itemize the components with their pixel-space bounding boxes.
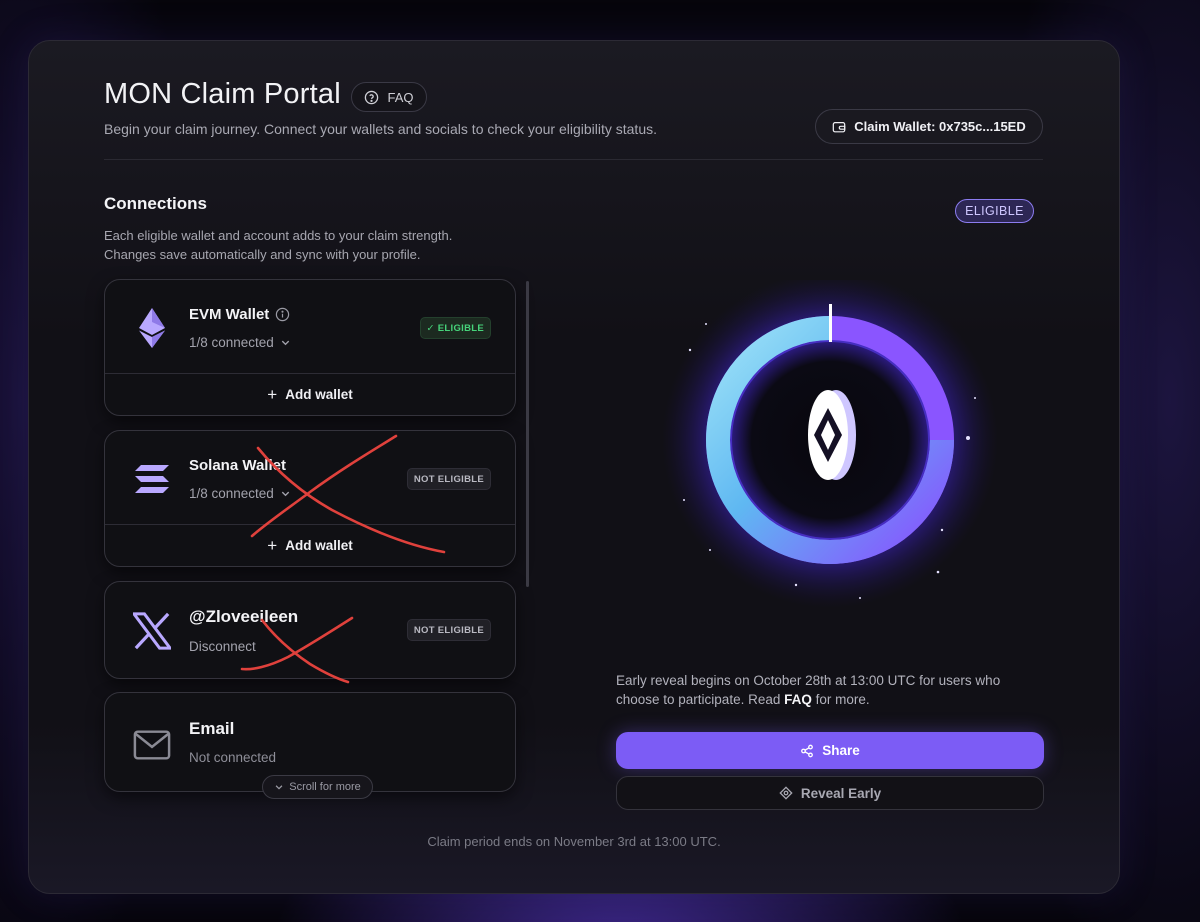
claim-wallet-label: Claim Wallet: 0x735c...15ED bbox=[854, 119, 1026, 134]
x-handle: @Zloveeileen bbox=[189, 607, 299, 626]
scroll-for-more-label: Scroll for more bbox=[289, 781, 361, 793]
x-disconnect-link[interactable]: Disconnect bbox=[189, 639, 256, 654]
reveal-early-label: Reveal Early bbox=[800, 785, 882, 801]
help-circle-icon bbox=[365, 90, 379, 104]
evm-eligible-badge: ✓ ELIGIBLE bbox=[419, 317, 491, 339]
connections-description-line1: Each eligible wallet and account adds to… bbox=[104, 228, 453, 243]
page-title: MON Claim Portal bbox=[104, 78, 341, 110]
evm-wallet-name-row: EVM Wallet bbox=[189, 306, 290, 323]
monad-coin-icon bbox=[808, 390, 856, 480]
email-title: Email bbox=[189, 719, 235, 738]
plus-icon: + bbox=[267, 384, 278, 404]
solana-add-wallet-button[interactable]: + Add wallet bbox=[105, 524, 515, 566]
early-reveal-text-after: for more. bbox=[811, 692, 870, 707]
chevron-down-icon bbox=[275, 785, 283, 790]
check-icon: ✓ bbox=[426, 322, 435, 334]
share-button[interactable]: Share bbox=[616, 732, 1044, 769]
connections-scrollbar[interactable] bbox=[526, 281, 529, 587]
solana-wallet-card: Solana Wallet 1/8 connected NOT ELIGIBLE… bbox=[104, 430, 516, 567]
solana-icon bbox=[133, 457, 171, 501]
evm-wallet-card: EVM Wallet 1/8 connected ✓ ELIGIBLE + Ad… bbox=[104, 279, 516, 416]
chevron-down-icon bbox=[281, 340, 290, 346]
evm-add-wallet-button[interactable]: + Add wallet bbox=[105, 373, 515, 415]
solana-not-eligible-badge: NOT ELIGIBLE bbox=[406, 468, 491, 490]
evm-connected-count: 1/8 connected bbox=[189, 335, 274, 350]
connections-description-line2: Changes save automatically and sync with… bbox=[104, 247, 421, 262]
chevron-down-icon bbox=[281, 491, 290, 497]
evm-badge-label: ELIGIBLE bbox=[437, 322, 484, 334]
scroll-for-more-hint[interactable]: Scroll for more bbox=[262, 775, 373, 799]
connections-title: Connections bbox=[104, 194, 207, 213]
share-icon bbox=[801, 744, 814, 757]
evm-connected-dropdown[interactable]: 1/8 connected bbox=[189, 335, 291, 350]
page-subtitle: Begin your claim journey. Connect your w… bbox=[104, 121, 657, 137]
faq-link[interactable]: FAQ bbox=[784, 692, 812, 707]
share-label: Share bbox=[822, 743, 860, 758]
solana-connected-count: 1/8 connected bbox=[189, 486, 274, 501]
faq-label: FAQ bbox=[387, 89, 414, 105]
overall-status-badge: ELIGIBLE bbox=[955, 199, 1034, 223]
claim-wallet-button[interactable]: Claim Wallet: 0x735c...15ED bbox=[815, 109, 1043, 144]
target-icon bbox=[779, 786, 793, 800]
eligibility-ring bbox=[660, 272, 1000, 620]
x-handle-row: @Zloveeileen bbox=[189, 607, 298, 627]
solana-connected-dropdown[interactable]: 1/8 connected bbox=[189, 486, 291, 501]
ring-tick bbox=[829, 304, 832, 342]
info-icon[interactable] bbox=[275, 307, 290, 322]
x-account-card: @Zloveeileen Disconnect NOT ELIGIBLE bbox=[104, 581, 516, 679]
solana-wallet-name-row: Solana Wallet bbox=[189, 457, 286, 474]
email-name-row: Email bbox=[189, 719, 234, 739]
wallet-icon bbox=[832, 121, 846, 132]
plus-icon: + bbox=[267, 535, 278, 555]
ethereum-icon bbox=[133, 306, 171, 350]
evm-add-wallet-label: Add wallet bbox=[285, 387, 353, 402]
email-status: Not connected bbox=[189, 750, 277, 765]
claim-period-footer: Claim period ends on November 3rd at 13:… bbox=[427, 834, 721, 849]
mail-icon bbox=[133, 723, 171, 767]
solana-add-wallet-label: Add wallet bbox=[285, 538, 353, 553]
faq-button[interactable]: FAQ bbox=[351, 82, 427, 112]
early-reveal-text: Early reveal begins on October 28th at 1… bbox=[616, 671, 1046, 709]
x-logo-icon bbox=[133, 609, 171, 653]
evm-wallet-title: EVM Wallet bbox=[189, 306, 270, 323]
x-not-eligible-badge: NOT ELIGIBLE bbox=[406, 619, 491, 641]
connections-description: Each eligible wallet and account adds to… bbox=[104, 226, 524, 264]
header-divider bbox=[104, 159, 1043, 160]
reveal-early-button[interactable]: Reveal Early bbox=[616, 776, 1044, 810]
solana-wallet-title: Solana Wallet bbox=[189, 457, 286, 474]
